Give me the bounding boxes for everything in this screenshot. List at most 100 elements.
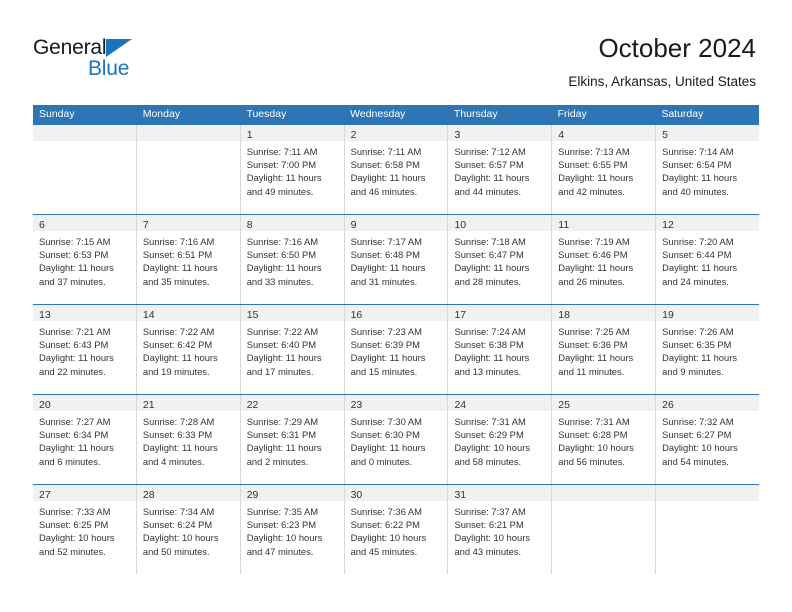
calendar-week-row: 20 Sunrise: 7:27 AM Sunset: 6:34 PM Dayl…	[33, 394, 760, 484]
day-cell[interactable]: 15 Sunrise: 7:22 AM Sunset: 6:40 PM Dayl…	[240, 305, 345, 394]
sunrise-text: Sunrise: 7:20 AM	[662, 236, 734, 247]
day-number: 13	[39, 309, 51, 321]
day-number: 18	[558, 309, 570, 321]
day-number-band: 24	[448, 395, 552, 411]
day-cell[interactable]: 26 Sunrise: 7:32 AM Sunset: 6:27 PM Dayl…	[656, 395, 760, 484]
sunset-text: Sunset: 6:55 PM	[558, 159, 628, 171]
general-blue-logo: General Blue	[33, 36, 173, 82]
day-cell[interactable]: 13 Sunrise: 7:21 AM Sunset: 6:43 PM Dayl…	[33, 305, 137, 394]
daylight-text-line1: Daylight: 11 hours	[350, 172, 426, 184]
sunrise-text: Sunrise: 7:37 AM	[454, 506, 526, 517]
day-cell[interactable]: 31 Sunrise: 7:37 AM Sunset: 6:21 PM Dayl…	[448, 485, 553, 574]
day-cell[interactable]: 8 Sunrise: 7:16 AM Sunset: 6:50 PM Dayli…	[240, 215, 345, 304]
sunset-text: Sunset: 6:51 PM	[142, 249, 213, 261]
day-cell[interactable]: 11 Sunrise: 7:19 AM Sunset: 6:46 PM Dayl…	[552, 215, 657, 304]
sunset-text: Sunset: 6:28 PM	[558, 429, 628, 441]
sunrise-text: Sunrise: 7:22 AM	[142, 326, 215, 337]
day-details: Sunrise: 7:16 AM Sunset: 6:51 PM Dayligh…	[137, 231, 240, 288]
page-header: General Blue October 2024 Elkins, Arkans…	[0, 0, 792, 100]
day-cell[interactable]: 12 Sunrise: 7:20 AM Sunset: 6:44 PM Dayl…	[656, 215, 760, 304]
day-number: 21	[142, 399, 155, 411]
day-cell[interactable]: 9 Sunrise: 7:17 AM Sunset: 6:48 PM Dayli…	[344, 215, 449, 304]
day-details: Sunrise: 7:21 AM Sunset: 6:43 PM Dayligh…	[33, 321, 136, 378]
day-number-band: 8	[240, 215, 344, 231]
sunset-text: Sunset: 6:53 PM	[39, 249, 109, 261]
daylight-text-line2: and 6 minutes.	[39, 455, 101, 467]
day-cell[interactable]: 16 Sunrise: 7:23 AM Sunset: 6:39 PM Dayl…	[344, 305, 449, 394]
day-number-band: 4	[552, 125, 656, 141]
day-number-band: 6	[33, 215, 136, 231]
day-cell[interactable]: 29 Sunrise: 7:35 AM Sunset: 6:23 PM Dayl…	[240, 485, 345, 574]
daylight-text-line2: and 52 minutes.	[39, 545, 106, 557]
day-details: Sunrise: 7:22 AM Sunset: 6:42 PM Dayligh…	[137, 321, 240, 378]
day-cell[interactable]: 2 Sunrise: 7:11 AM Sunset: 6:58 PM Dayli…	[344, 125, 449, 214]
sunset-text: Sunset: 6:30 PM	[350, 429, 420, 441]
sunrise-text: Sunrise: 7:11 AM	[350, 146, 422, 157]
day-cell[interactable]	[552, 485, 657, 574]
day-cell[interactable]: 3 Sunrise: 7:12 AM Sunset: 6:57 PM Dayli…	[448, 125, 553, 214]
day-number-band: 28	[136, 485, 240, 501]
day-details: Sunrise: 7:33 AM Sunset: 6:25 PM Dayligh…	[33, 501, 136, 558]
day-cell[interactable]: 5 Sunrise: 7:14 AM Sunset: 6:54 PM Dayli…	[656, 125, 760, 214]
day-cell[interactable]: 24 Sunrise: 7:31 AM Sunset: 6:29 PM Dayl…	[448, 395, 553, 484]
day-cell[interactable]: 17 Sunrise: 7:24 AM Sunset: 6:38 PM Dayl…	[448, 305, 553, 394]
day-cell[interactable]: 30 Sunrise: 7:36 AM Sunset: 6:22 PM Dayl…	[344, 485, 449, 574]
day-number-band: 10	[448, 215, 552, 231]
daylight-text-line1: Daylight: 11 hours	[246, 262, 322, 274]
day-number-band: 17	[448, 305, 552, 321]
day-details: Sunrise: 7:11 AM Sunset: 7:00 PM Dayligh…	[241, 141, 344, 198]
day-cell[interactable]: 22 Sunrise: 7:29 AM Sunset: 6:31 PM Dayl…	[240, 395, 345, 484]
day-details: Sunrise: 7:26 AM Sunset: 6:35 PM Dayligh…	[656, 321, 759, 378]
day-number-band	[33, 125, 136, 141]
day-cell[interactable]: 6 Sunrise: 7:15 AM Sunset: 6:53 PM Dayli…	[33, 215, 137, 304]
sunset-text: Sunset: 6:27 PM	[662, 429, 732, 441]
day-cell[interactable]: 14 Sunrise: 7:22 AM Sunset: 6:42 PM Dayl…	[136, 305, 241, 394]
day-cell[interactable]: 18 Sunrise: 7:25 AM Sunset: 6:36 PM Dayl…	[552, 305, 657, 394]
day-cell[interactable]: 27 Sunrise: 7:33 AM Sunset: 6:25 PM Dayl…	[33, 485, 137, 574]
day-number-band	[552, 485, 656, 501]
daylight-text-line1: Daylight: 11 hours	[142, 262, 218, 274]
calendar-week-row: 1 Sunrise: 7:11 AM Sunset: 7:00 PM Dayli…	[33, 124, 760, 214]
day-number: 24	[454, 399, 467, 411]
day-cell[interactable]: 1 Sunrise: 7:11 AM Sunset: 7:00 PM Dayli…	[240, 125, 345, 214]
day-cell[interactable]: 10 Sunrise: 7:18 AM Sunset: 6:47 PM Dayl…	[448, 215, 553, 304]
day-cell[interactable]	[33, 125, 137, 214]
day-number: 20	[39, 399, 51, 411]
calendar-week-row: 6 Sunrise: 7:15 AM Sunset: 6:53 PM Dayli…	[33, 214, 760, 304]
day-number-band	[136, 125, 240, 141]
day-cell[interactable]: 7 Sunrise: 7:16 AM Sunset: 6:51 PM Dayli…	[136, 215, 241, 304]
calendar-grid: Sunday Monday Tuesday Wednesday Thursday…	[33, 105, 760, 574]
daylight-text-line1: Daylight: 10 hours	[39, 532, 115, 544]
day-cell[interactable]	[136, 125, 241, 214]
day-cell[interactable]	[656, 485, 760, 574]
day-cell[interactable]: 28 Sunrise: 7:34 AM Sunset: 6:24 PM Dayl…	[136, 485, 241, 574]
day-cell[interactable]: 19 Sunrise: 7:26 AM Sunset: 6:35 PM Dayl…	[656, 305, 760, 394]
day-number: 10	[454, 219, 467, 231]
day-number-band	[656, 485, 760, 501]
day-number-band: 30	[344, 485, 448, 501]
day-cell[interactable]: 25 Sunrise: 7:31 AM Sunset: 6:28 PM Dayl…	[552, 395, 657, 484]
day-cell[interactable]: 4 Sunrise: 7:13 AM Sunset: 6:55 PM Dayli…	[552, 125, 657, 214]
day-cell[interactable]: 20 Sunrise: 7:27 AM Sunset: 6:34 PM Dayl…	[33, 395, 137, 484]
day-details: Sunrise: 7:29 AM Sunset: 6:31 PM Dayligh…	[241, 411, 344, 468]
day-number: 7	[142, 219, 149, 231]
daylight-text-line1: Daylight: 11 hours	[558, 352, 634, 364]
weekday-header-sunday: Sunday	[39, 108, 75, 120]
daylight-text-line2: and 2 minutes.	[246, 455, 309, 467]
logo-text-blue: Blue	[88, 57, 130, 80]
daylight-text-line2: and 56 minutes.	[558, 455, 626, 467]
daylight-text-line1: Daylight: 11 hours	[350, 262, 426, 274]
daylight-text-line1: Daylight: 11 hours	[350, 352, 426, 364]
daylight-text-line1: Daylight: 11 hours	[454, 262, 530, 274]
sunrise-text: Sunrise: 7:32 AM	[662, 416, 734, 427]
day-number: 12	[662, 219, 674, 231]
daylight-text-line1: Daylight: 10 hours	[454, 532, 531, 544]
day-number: 5	[662, 129, 668, 141]
daylight-text-line2: and 46 minutes.	[350, 185, 418, 197]
day-number-band: 11	[552, 215, 656, 231]
day-cell[interactable]: 23 Sunrise: 7:30 AM Sunset: 6:30 PM Dayl…	[344, 395, 449, 484]
daylight-text-line1: Daylight: 11 hours	[39, 442, 114, 454]
daylight-text-line2: and 54 minutes.	[662, 455, 729, 467]
daylight-text-line2: and 44 minutes.	[454, 185, 522, 197]
day-cell[interactable]: 21 Sunrise: 7:28 AM Sunset: 6:33 PM Dayl…	[136, 395, 241, 484]
